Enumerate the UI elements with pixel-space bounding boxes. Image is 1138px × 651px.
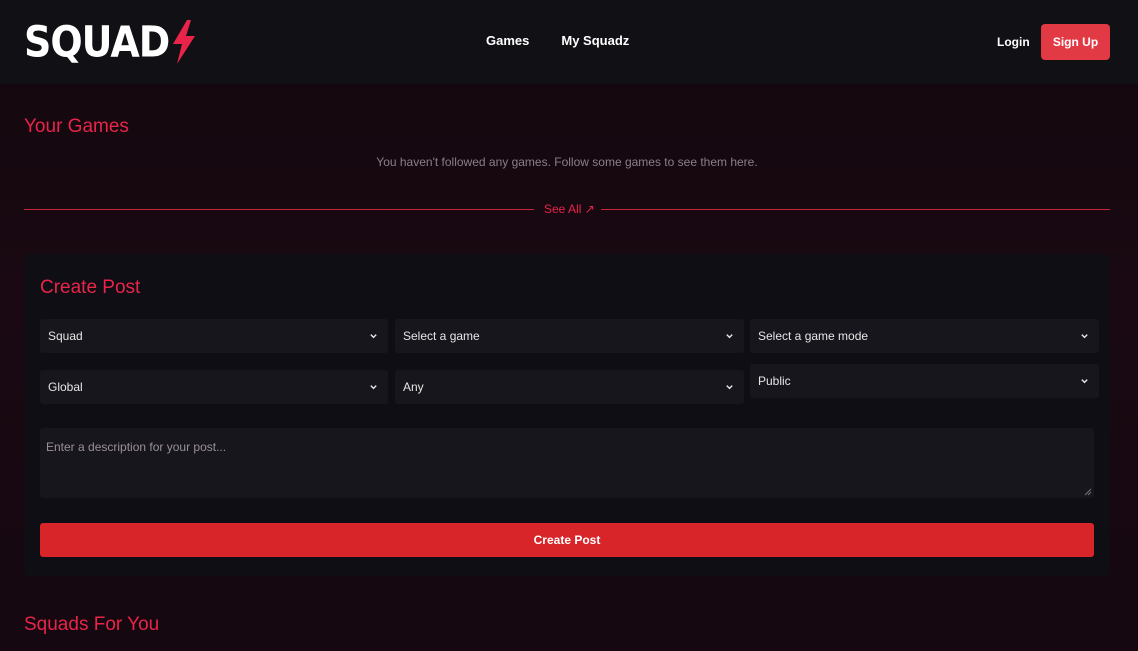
chevron-down-icon xyxy=(726,334,733,339)
game-mode-value: Select a game mode xyxy=(758,329,869,343)
squad-logo[interactable]: SQUAD xyxy=(24,18,197,66)
skill-select[interactable]: Any xyxy=(395,370,744,404)
chevron-down-icon xyxy=(1081,379,1088,384)
your-games-heading: Your Games xyxy=(24,116,129,137)
region-value: Global xyxy=(48,380,83,394)
see-all-link[interactable]: See All ↗ xyxy=(544,202,595,216)
resize-handle-icon[interactable] xyxy=(1084,488,1092,496)
logo-text: SQUAD xyxy=(24,17,170,67)
region-select[interactable]: Global xyxy=(40,370,388,404)
signup-button[interactable]: Sign Up xyxy=(1041,24,1110,60)
game-mode-select[interactable]: Select a game mode xyxy=(750,319,1099,353)
divider-left xyxy=(24,209,534,210)
chevron-down-icon xyxy=(370,385,377,390)
chevron-down-icon xyxy=(726,385,733,390)
nav-my-squadz-link[interactable]: My Squadz xyxy=(561,33,629,48)
chevron-down-icon xyxy=(1081,334,1088,339)
post-type-select[interactable]: Squad xyxy=(40,319,388,353)
game-select[interactable]: Select a game xyxy=(395,319,744,353)
login-link[interactable]: Login xyxy=(997,35,1030,49)
chevron-down-icon xyxy=(370,334,377,339)
create-post-button[interactable]: Create Post xyxy=(40,523,1094,557)
description-placeholder: Enter a description for your post... xyxy=(46,440,227,454)
visibility-value: Public xyxy=(758,374,791,388)
post-type-value: Squad xyxy=(48,329,83,343)
no-games-message: You haven't followed any games. Follow s… xyxy=(376,155,758,169)
game-value: Select a game xyxy=(403,329,480,343)
create-post-heading: Create Post xyxy=(40,277,141,298)
top-navbar: SQUAD Games My Squadz Login Sign Up xyxy=(0,0,1138,84)
divider-right xyxy=(601,209,1110,210)
nav-games-link[interactable]: Games xyxy=(486,33,529,48)
lightning-bolt-icon xyxy=(173,20,196,64)
squads-for-you-heading: Squads For You xyxy=(24,614,160,635)
main-nav: Games My Squadz xyxy=(486,33,629,48)
skill-value: Any xyxy=(403,380,424,394)
visibility-select[interactable]: Public xyxy=(750,364,1099,398)
description-textarea[interactable]: Enter a description for your post... xyxy=(40,428,1094,498)
